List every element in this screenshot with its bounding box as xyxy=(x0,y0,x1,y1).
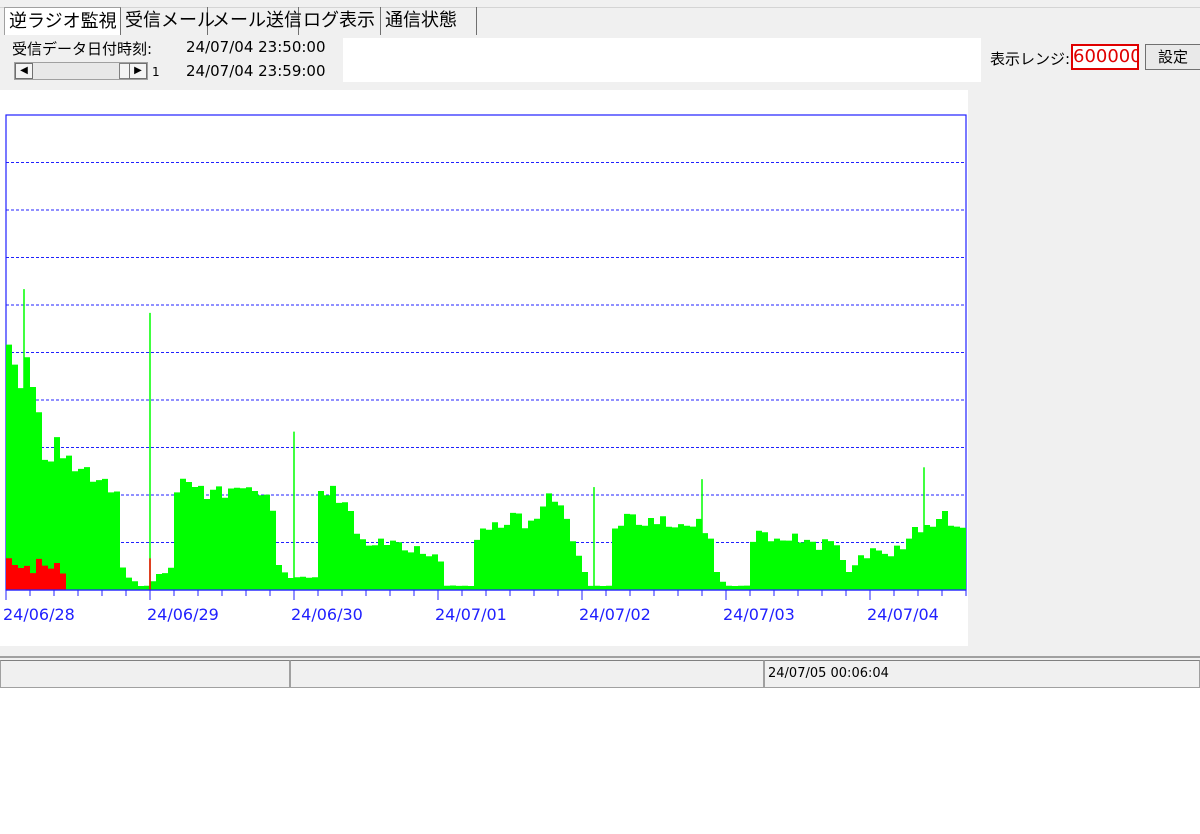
x-tick-label: 24/06/29 xyxy=(147,605,219,624)
received-datetime-1: 24/07/04 23:50:00 xyxy=(186,38,326,56)
set-button[interactable]: 設定 xyxy=(1145,44,1200,70)
chart-svg: 24/06/28 24/06/29 24/06/30 24/07/01 24/07/02… xyxy=(3,114,967,624)
message-panel xyxy=(343,38,981,82)
traffic-chart: 24/06/28 24/06/29 24/06/30 24/07/01 24/07/02… xyxy=(0,90,968,646)
tab-received-mail[interactable]: 受信メール xyxy=(121,7,215,35)
tab-log-view[interactable]: ログ表示 xyxy=(299,7,381,35)
status-bar: 24/07/05 00:06:04 xyxy=(0,656,1200,688)
x-tick-label: 24/07/04 xyxy=(867,605,939,624)
triangle-left-icon[interactable]: ◀ xyxy=(15,63,33,79)
received-datetime-2: 24/07/04 23:59:00 xyxy=(186,62,326,80)
x-tick-label: 24/06/30 xyxy=(291,605,363,624)
tab-communication-status[interactable]: 通信状態 xyxy=(381,7,477,35)
status-panel-1 xyxy=(0,660,290,688)
tab-bar: 逆ラジオ監視 受信メール メール送信 ログ表示 通信状態 xyxy=(0,7,1200,35)
x-tick-label: 24/07/02 xyxy=(579,605,651,624)
x-tick-label: 24/07/03 xyxy=(723,605,795,624)
display-range-input[interactable]: 600000 xyxy=(1071,44,1139,70)
received-datetime-label: 受信データ日付時刻: xyxy=(12,40,153,58)
tab-reverse-radio-monitor[interactable]: 逆ラジオ監視 xyxy=(4,7,121,35)
x-tick-label: 24/07/01 xyxy=(435,605,507,624)
scroll-position-value: 1 xyxy=(152,65,160,79)
record-scrollbar[interactable]: ◀ ▶ xyxy=(14,62,148,80)
display-range-label: 表示レンジ: xyxy=(990,50,1071,68)
status-panel-2 xyxy=(290,660,764,688)
app-window: 逆ラジオ監視 受信メール メール送信 ログ表示 通信状態 受信データ日付時刻: … xyxy=(0,0,1200,688)
tab-send-mail[interactable]: メール送信 xyxy=(208,7,302,35)
triangle-right-icon[interactable]: ▶ xyxy=(129,63,147,79)
status-datetime: 24/07/05 00:06:04 xyxy=(764,660,1200,688)
x-tick-label: 24/06/28 xyxy=(3,605,75,624)
